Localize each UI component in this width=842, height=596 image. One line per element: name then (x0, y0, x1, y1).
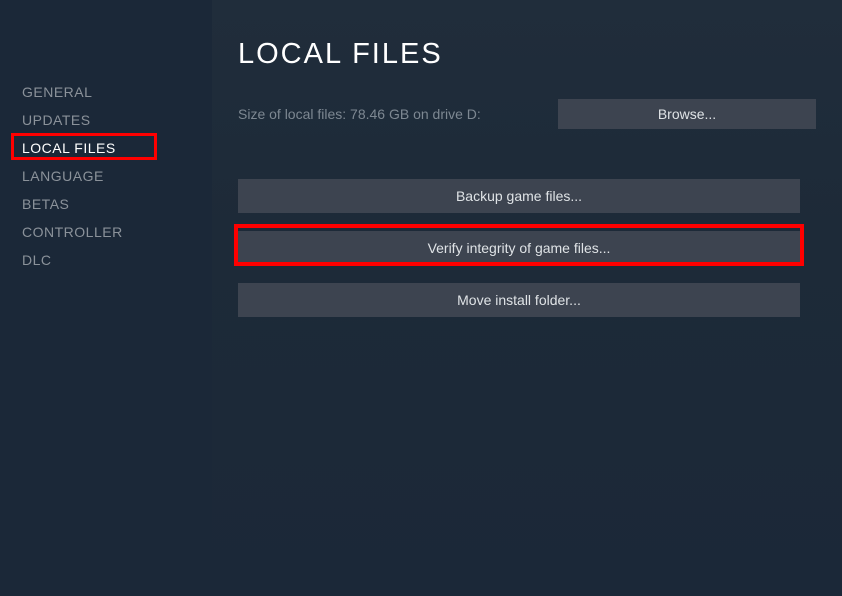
browse-button[interactable]: Browse... (558, 99, 816, 129)
sidebar-item-local-files[interactable]: LOCAL FILES (0, 134, 212, 162)
size-row: Size of local files: 78.46 GB on drive D… (238, 99, 816, 129)
sidebar-item-updates[interactable]: UPDATES (0, 106, 212, 134)
sidebar-item-dlc[interactable]: DLC (0, 246, 212, 274)
sidebar-item-betas[interactable]: BETAS (0, 190, 212, 218)
verify-button[interactable]: Verify integrity of game files... (238, 231, 800, 265)
page-title: LOCAL FILES (238, 38, 816, 71)
size-text: Size of local files: 78.46 GB on drive D… (238, 106, 481, 122)
move-button[interactable]: Move install folder... (238, 283, 800, 317)
sidebar: GENERAL UPDATES LOCAL FILES LANGUAGE BET… (0, 0, 212, 596)
sidebar-item-language[interactable]: LANGUAGE (0, 162, 212, 190)
sidebar-item-general[interactable]: GENERAL (0, 78, 212, 106)
sidebar-item-controller[interactable]: CONTROLLER (0, 218, 212, 246)
backup-button[interactable]: Backup game files... (238, 179, 800, 213)
main-panel: LOCAL FILES Size of local files: 78.46 G… (212, 0, 842, 596)
